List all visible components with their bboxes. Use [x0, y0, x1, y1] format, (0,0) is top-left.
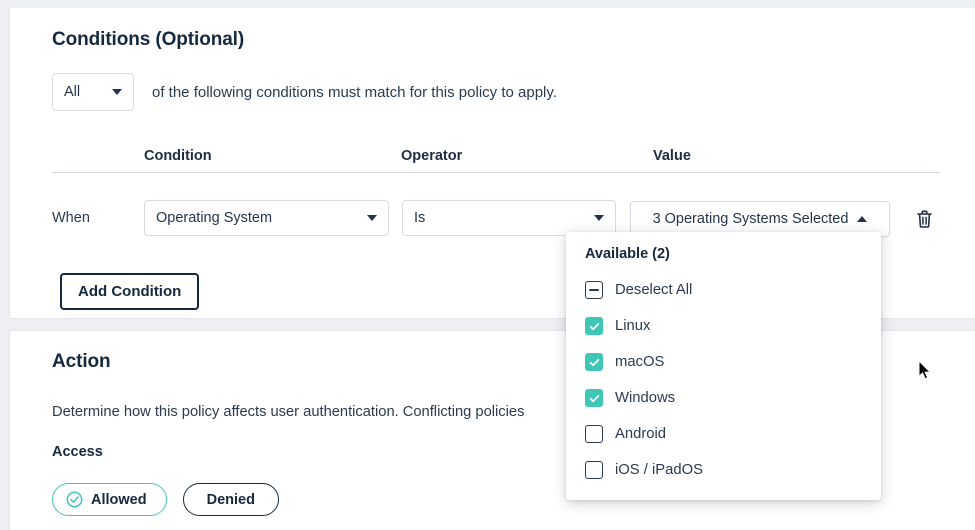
dropdown-item-label: Windows — [615, 390, 676, 406]
dropdown-item-linux[interactable]: Linux — [566, 308, 881, 344]
dropdown-item-android[interactable]: Android — [566, 416, 881, 452]
check-circle-icon — [66, 491, 83, 508]
checkbox-unchecked-icon[interactable] — [585, 461, 603, 479]
column-header-operator: Operator — [401, 148, 463, 164]
page-root: Conditions (Optional) All of the followi… — [0, 0, 975, 530]
delete-condition-button[interactable] — [910, 204, 938, 232]
match-type-row: All of the following conditions must mat… — [52, 73, 557, 111]
dropdown-item-label: macOS — [615, 354, 665, 370]
access-option-denied-label: Denied — [206, 491, 255, 508]
dropdown-item-windows[interactable]: Windows — [566, 380, 881, 416]
when-label: When — [52, 210, 90, 226]
dropdown-item-label: Linux — [615, 318, 651, 334]
access-option-allowed[interactable]: Allowed — [52, 483, 167, 516]
dropdown-item-label: Android — [615, 426, 667, 442]
chevron-up-icon — [857, 216, 868, 222]
operator-select[interactable]: Is — [402, 200, 616, 236]
access-option-denied[interactable]: Denied — [182, 483, 279, 516]
chevron-down-icon — [594, 215, 604, 221]
match-type-select[interactable]: All — [52, 73, 134, 111]
checkbox-unchecked-icon[interactable] — [585, 425, 603, 443]
condition-type-value: Operating System — [156, 210, 273, 226]
access-options: Allowed Denied — [52, 483, 279, 516]
column-header-value: Value — [653, 148, 691, 164]
dropdown-item-deselect-all[interactable]: Deselect All — [566, 272, 881, 308]
checkbox-checked-icon[interactable] — [585, 389, 603, 407]
action-heading: Action — [52, 351, 111, 372]
match-type-value: All — [64, 84, 81, 100]
dropdown-item-label: Deselect All — [615, 282, 693, 298]
checkbox-checked-icon[interactable] — [585, 317, 603, 335]
add-condition-button[interactable]: Add Condition — [60, 273, 200, 310]
chevron-down-icon — [112, 89, 122, 95]
value-multiselect-label: 3 Operating Systems Selected — [652, 211, 849, 227]
dropdown-item-label: iOS / iPadOS — [615, 462, 703, 478]
access-label: Access — [52, 444, 103, 460]
chevron-down-icon — [367, 215, 377, 221]
match-sentence: of the following conditions must match f… — [152, 83, 557, 101]
column-header-condition: Condition — [144, 148, 212, 164]
dropdown-item-macos[interactable]: macOS — [566, 344, 881, 380]
dropdown-header: Available (2) — [585, 246, 670, 262]
checkbox-indeterminate-icon[interactable] — [585, 281, 603, 299]
condition-type-select[interactable]: Operating System — [144, 200, 389, 236]
checkbox-checked-icon[interactable] — [585, 353, 603, 371]
dropdown-item-ios-ipados[interactable]: iOS / iPadOS — [566, 452, 881, 488]
table-header-divider — [52, 172, 940, 173]
trash-icon — [916, 210, 932, 228]
conditions-heading: Conditions (Optional) — [52, 29, 245, 50]
access-option-allowed-label: Allowed — [91, 491, 147, 508]
operating-system-dropdown: Available (2) Deselect All Linux macOS W… — [566, 232, 881, 500]
action-description: Determine how this policy affects user a… — [52, 404, 525, 420]
operator-value: Is — [414, 210, 426, 226]
